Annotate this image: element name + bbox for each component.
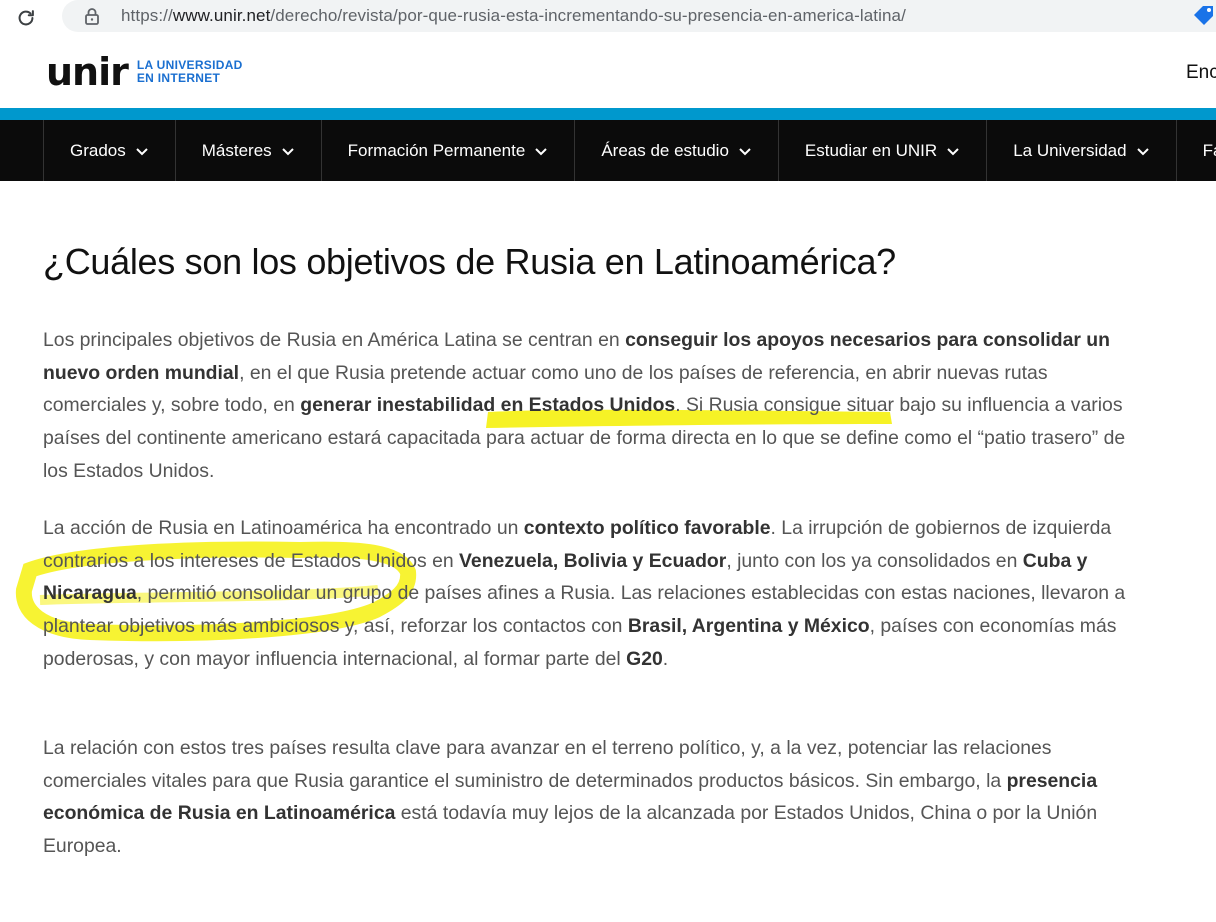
p2-bold-4: Brasil, Argentina y México [627,615,870,638]
nav-item-label: Facu [1202,140,1216,160]
site-header: unir LA UNIVERSIDAD EN INTERNET Enc [0,38,1216,108]
unir-logo[interactable]: unir LA UNIVERSIDAD EN INTERNET [46,50,243,94]
paragraph-2: La acción de Rusia en Latinoamérica ha e… [43,512,1133,676]
nav-item-areas-de-estudio[interactable]: Áreas de estudio [574,120,778,181]
nav-item-grados[interactable]: Grados [43,120,175,181]
lock-icon[interactable] [82,6,102,26]
p2-bold-5: G20 [626,647,663,670]
url-prefix: https:// [121,6,173,25]
nav-item-formacion-permanente[interactable]: Formación Permanente [320,120,575,181]
url-text[interactable]: https://www.unir.net/derecho/revista/por… [121,6,906,26]
p2-bold-2: Venezuela, Bolivia y Ecuador [459,549,727,572]
nav-item-label: La Universidad [1013,140,1127,160]
chevron-down-icon [281,147,294,155]
url-domain: www.unir.net [172,6,271,25]
tag-icon[interactable] [1192,5,1216,27]
accent-strip [0,108,1216,120]
p2-text-3: , junto con los ya consolidados en [726,549,1023,572]
article-body: ¿Cuáles son los objetivos de Rusia en La… [43,240,1143,857]
nav-item-label: Grados [70,140,126,160]
p2-text-6: . [662,647,669,670]
chevron-down-icon [739,147,751,155]
url-path: /derecho/revista/por-que-rusia-esta-incr… [270,6,906,25]
paragraph-3: La relación con estos tres países result… [43,732,1133,863]
chevron-down-icon [947,147,959,155]
nav-item-label: Másteres [201,140,272,160]
nav-item-masteres[interactable]: Másteres [174,120,321,181]
browser-toolbar: https://www.unir.net/derecho/revista/por… [0,0,1216,38]
paragraph-1: Los principales objetivos de Rusia en Am… [43,324,1133,488]
nav-item-estudiar-en-unir[interactable]: Estudiar en UNIR [777,120,986,181]
chevron-down-icon [136,147,148,155]
nav-item-label: Estudiar en UNIR [804,140,938,160]
article-heading: ¿Cuáles son los objetivos de Rusia en La… [43,241,896,282]
p1-text-1: Los principales objetivos de Rusia en Am… [43,329,626,351]
p3-text-1: La relación con estos tres países result… [43,737,1052,792]
logo-word: unir [46,50,129,94]
nav-item-facultades[interactable]: Facu [1175,120,1216,181]
p2-bold-1: contexto político favorable [523,517,771,539]
main-navigation: Grados Másteres Formación Permanente Áre… [0,120,1216,181]
p2-text-1: La acción de Rusia en Latinoamérica ha e… [43,517,524,539]
logo-tagline: LA UNIVERSIDAD EN INTERNET [137,59,243,85]
nav-item-la-universidad[interactable]: La Universidad [986,120,1175,181]
nav-item-label: Áreas de estudio [601,140,729,160]
header-right-link[interactable]: Enc [1186,62,1216,84]
chevron-down-icon [1136,147,1149,155]
p1-bold-2: generar inestabilidad en Estados Unidos [300,394,676,417]
reload-icon[interactable] [13,5,39,31]
logo-tagline-line2: EN INTERNET [136,71,221,85]
nav-item-label: Formación Permanente [347,140,526,160]
chevron-down-icon [535,147,548,155]
